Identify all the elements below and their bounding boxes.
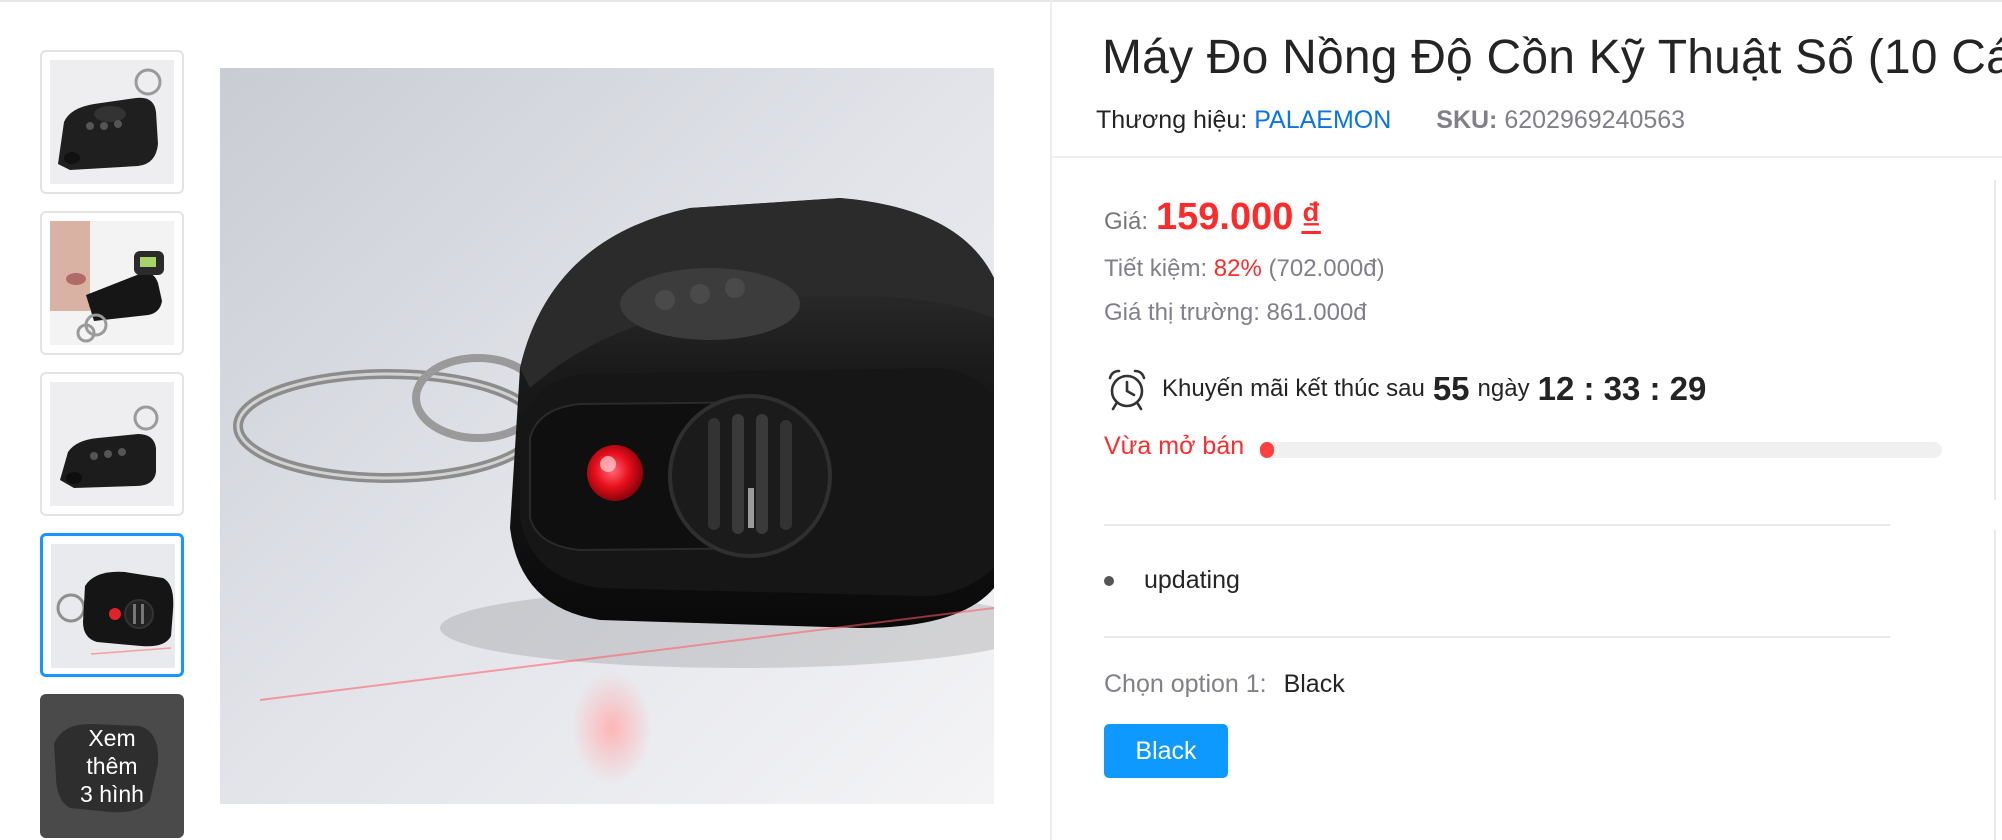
bullet-icon (1104, 575, 1114, 586)
breathalyzer-keychain-thumbnail (50, 60, 174, 184)
price-label: Giá: (1104, 208, 1149, 235)
side-panel-edge-top (1994, 180, 2002, 500)
breathalyzer-front-laser-thumbnail (51, 544, 175, 668)
option-selected-value: Black (1283, 670, 1345, 698)
sale-progress-bar (1260, 442, 1942, 458)
savings-percent: 82% (1213, 255, 1262, 282)
countdown-days-unit: ngày (1477, 375, 1530, 402)
header-divider (1052, 156, 2002, 158)
divider-1 (1104, 524, 1890, 526)
sale-status-label: Vừa mở bán (1104, 432, 1245, 460)
brand-link[interactable]: PALAEMON (1254, 106, 1391, 134)
market-price-row: Giá thị trường: 861.000đ (1104, 299, 1385, 327)
breathalyzer-side-view-thumbnail (50, 382, 174, 506)
market-price-label: Giá thị trường: (1104, 299, 1260, 326)
price-amount: 159.000 (1156, 196, 1294, 238)
sale-progress-row: Vừa mở bán (1104, 432, 1942, 466)
sku-label: SKU: (1436, 106, 1498, 134)
gallery-thumbnail-3[interactable] (40, 372, 184, 516)
view-more-images-button[interactable]: Xem thêm 3 hình (40, 694, 184, 838)
main-product-image[interactable] (220, 68, 994, 804)
breathalyzer-keychain-main-image (220, 68, 994, 804)
product-gallery: Xem thêm 3 hình (0, 0, 1050, 840)
option-selector-label: Chọn option 1: Black (1104, 670, 1345, 699)
view-more-line-3: 3 hình (80, 781, 144, 807)
alarm-clock-icon (1108, 369, 1146, 411)
price-block: Giá: 159.000 ₫ Tiết kiệm: 82% (702.000đ) … (1104, 196, 1385, 327)
countdown-days: 55 (1432, 370, 1470, 407)
view-more-line-2: thêm (86, 753, 138, 779)
feature-list-item: updating (1104, 566, 1240, 595)
current-price: 159.000 ₫ (1156, 196, 1321, 239)
savings-amount: (702.000đ) (1268, 255, 1385, 282)
countdown-time: 12 : 33 : 29 (1537, 370, 1707, 407)
product-title: Máy Đo Nồng Độ Cồn Kỹ Thuật Số (10 Cái) (1102, 31, 2002, 84)
price-row: Giá: 159.000 ₫ (1104, 196, 1385, 239)
savings-row: Tiết kiệm: 82% (702.000đ) (1104, 255, 1385, 283)
sale-progress-fill (1260, 442, 1274, 458)
divider-2 (1104, 636, 1890, 638)
brand-label: Thương hiệu: (1096, 106, 1248, 134)
product-info-panel: Máy Đo Nồng Độ Cồn Kỹ Thuật Số (10 Cái) … (1052, 0, 2002, 840)
person-using-breathalyzer-thumbnail (50, 221, 174, 345)
market-price-value: 861.000đ (1266, 299, 1367, 326)
product-meta: Thương hiệu: PALAEMON SKU: 6202969240563 (1096, 106, 1685, 135)
countdown-label: Khuyến mãi kết thúc sau (1162, 375, 1425, 402)
sku-value: 6202969240563 (1504, 106, 1686, 134)
option-label: Chọn option 1: (1104, 670, 1267, 698)
gallery-thumbnail-4[interactable] (40, 533, 184, 677)
view-more-label: Xem thêm 3 hình (42, 696, 182, 836)
gallery-thumbnail-1[interactable] (40, 50, 184, 194)
feature-text: updating (1144, 566, 1240, 594)
option-black-button[interactable]: Black (1104, 724, 1228, 778)
view-more-line-1: Xem (88, 725, 136, 751)
promotion-countdown: Khuyến mãi kết thúc sau 55 ngày 12 : 33 … (1104, 366, 1714, 412)
gallery-thumbnail-2[interactable] (40, 211, 184, 355)
currency-symbol: ₫ (1301, 196, 1321, 238)
savings-label: Tiết kiệm: (1104, 255, 1208, 282)
side-panel-edge-bottom (1994, 530, 2002, 840)
